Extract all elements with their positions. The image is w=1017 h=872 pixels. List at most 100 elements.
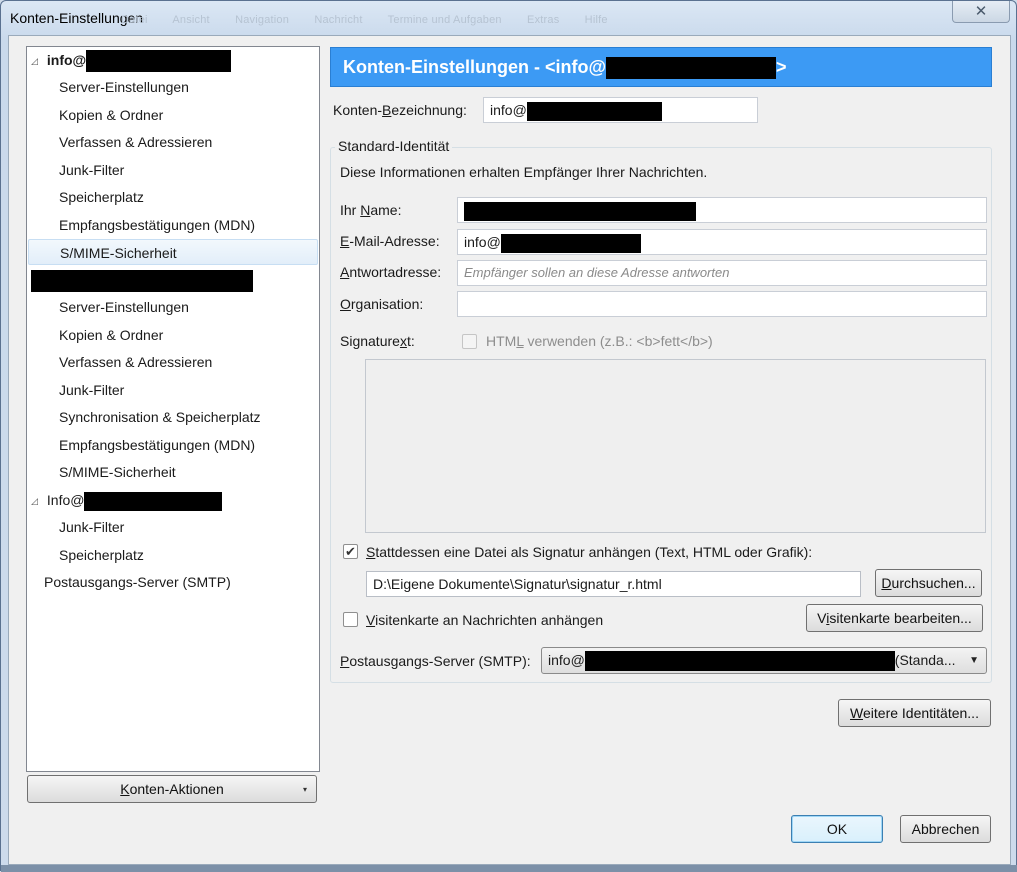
expanded-arrow-icon[interactable]: ◿ bbox=[31, 488, 43, 514]
tree-item-junk-filter[interactable]: Junk-Filter bbox=[59, 377, 124, 403]
browse-button[interactable]: Durchsuchen... bbox=[875, 569, 982, 597]
tree-item-label: Synchronisation & Speicherplatz bbox=[59, 409, 261, 425]
edit-vcard-label: Visitenkarte bearbeiten... bbox=[817, 610, 972, 626]
redacted-block bbox=[526, 101, 662, 121]
account-tree[interactable]: ◿ info@ Server-Einstellungen Kopien & Or… bbox=[26, 46, 320, 772]
cancel-button[interactable]: Abbrechen bbox=[900, 815, 991, 843]
label-rest: urchsuchen... bbox=[891, 575, 976, 591]
account-settings-window: Konten-Einstellungen Datei Ansicht Navig… bbox=[0, 0, 1017, 872]
tree-account-3[interactable]: ◿ Info@ bbox=[31, 487, 223, 514]
ghost-menu-item: Datei bbox=[121, 14, 148, 26]
label-part: Signature bbox=[340, 333, 400, 349]
expanded-arrow-icon[interactable]: ◿ bbox=[31, 48, 43, 74]
ghost-menu-item: Termine und Aufgaben bbox=[387, 14, 502, 26]
tree-item-junk-filter[interactable]: Junk-Filter bbox=[59, 157, 124, 183]
select-value-prefix: info@ bbox=[548, 652, 585, 668]
tree-item-label: Junk-Filter bbox=[59, 162, 125, 178]
redacted-block bbox=[500, 233, 641, 253]
tree-account-2[interactable] bbox=[31, 267, 253, 293]
redacted-block bbox=[464, 201, 696, 221]
accel-key: D bbox=[881, 575, 892, 591]
label-part: ostausgangs-Server (SMTP): bbox=[349, 653, 531, 669]
accel-key: O bbox=[340, 296, 351, 312]
accel-key: N bbox=[360, 202, 371, 218]
label-part: rganisation: bbox=[350, 296, 424, 312]
label-part: verwenden (z.B.: <b>fett</b>) bbox=[523, 333, 713, 349]
tree-item-disk-space[interactable]: Speicherplatz bbox=[59, 184, 144, 210]
accel-key: L bbox=[516, 333, 524, 349]
browse-label: Durchsuchen... bbox=[881, 575, 975, 591]
label-part: sitenkarte bearbeiten... bbox=[829, 610, 972, 626]
accel-key: B bbox=[382, 102, 392, 118]
label-part: tattdessen eine Datei als Signatur anhän… bbox=[375, 544, 813, 560]
dropdown-caret-icon: ▾ bbox=[302, 785, 307, 794]
tree-item-junk-filter[interactable]: Junk-Filter bbox=[59, 514, 124, 540]
tree-item-smime[interactable]: S/MIME-Sicherheit bbox=[59, 459, 176, 485]
dialog-client-area: ◿ info@ Server-Einstellungen Kopien & Or… bbox=[8, 35, 1011, 865]
tree-item-server-settings[interactable]: Server-Einstellungen bbox=[59, 294, 189, 320]
background-menu-bar: Datei Ansicht Navigation Nachricht Termi… bbox=[121, 14, 630, 26]
email-input[interactable]: info@ bbox=[457, 229, 987, 255]
tree-item-sync-storage[interactable]: Synchronisation & Speicherplatz bbox=[59, 404, 261, 430]
tree-item-copies-folders[interactable]: Kopien & Ordner bbox=[59, 322, 163, 348]
close-icon: ✕ bbox=[974, 3, 988, 20]
organization-input[interactable] bbox=[457, 291, 987, 317]
signature-textarea[interactable] bbox=[365, 359, 986, 533]
tree-item-composition[interactable]: Verfassen & Adressieren bbox=[59, 349, 212, 375]
use-html-checkbox[interactable] bbox=[462, 334, 477, 349]
header-prefix: Konten-Einstellungen - <info@ bbox=[343, 57, 607, 77]
label-rest: onten-Aktionen bbox=[129, 781, 224, 797]
tree-item-label: Junk-Filter bbox=[59, 382, 125, 398]
tree-item-server-settings[interactable]: Server-Einstellungen bbox=[59, 74, 189, 100]
accel-key: x bbox=[399, 333, 407, 349]
signature-file-checkbox[interactable]: ✔ bbox=[343, 544, 358, 559]
tree-item-smtp-server[interactable]: Postausgangs-Server (SMTP) bbox=[44, 569, 231, 595]
ghost-menu-item: Nachricht bbox=[314, 14, 363, 26]
default-identity-legend: Standard-Identität bbox=[335, 138, 453, 154]
label-part: Konten- bbox=[333, 102, 383, 118]
account-name-input[interactable]: info@ bbox=[483, 97, 758, 123]
tree-item-copies-folders[interactable]: Kopien & Ordner bbox=[59, 102, 163, 128]
email-label: E-Mail-Adresse: bbox=[340, 233, 440, 249]
tree-item-composition[interactable]: Verfassen & Adressieren bbox=[59, 129, 212, 155]
tree-item-return-receipts[interactable]: Empfangsbestätigungen (MDN) bbox=[59, 212, 255, 238]
tree-item-label: Server-Einstellungen bbox=[59, 79, 189, 95]
vcard-checkbox[interactable] bbox=[343, 612, 358, 627]
field-value: D:\Eigene Dokumente\Signatur\signatur_r.… bbox=[373, 576, 662, 592]
ghost-menu-item: Hilfe bbox=[584, 14, 608, 26]
field-value: info@ bbox=[464, 234, 501, 250]
label-rest: eitere Identitäten... bbox=[863, 705, 979, 721]
tree-item-label: Kopien & Ordner bbox=[59, 327, 164, 343]
signature-file-path-input[interactable]: D:\Eigene Dokumente\Signatur\signatur_r.… bbox=[366, 571, 861, 597]
tree-item-label: S/MIME-Sicherheit bbox=[60, 245, 177, 261]
account-actions-button[interactable]: Konten-Aktionen ▾ bbox=[27, 775, 317, 803]
tree-item-disk-space[interactable]: Speicherplatz bbox=[59, 542, 144, 568]
checkmark-icon: ✔ bbox=[345, 544, 356, 559]
reply-to-input[interactable]: Empfänger sollen an diese Adresse antwor… bbox=[457, 260, 987, 286]
vcard-label: Visitenkarte an Nachrichten anhängen bbox=[366, 612, 603, 628]
account-1-name: info@ bbox=[46, 52, 87, 68]
more-identities-button[interactable]: Weitere Identitäten... bbox=[838, 699, 991, 727]
ok-button[interactable]: OK bbox=[791, 815, 883, 843]
accel-key: K bbox=[120, 781, 130, 797]
header-suffix: > bbox=[776, 57, 787, 77]
label-part: ezeichnung: bbox=[391, 102, 467, 118]
label-part: -Mail-Adresse: bbox=[349, 233, 440, 249]
edit-vcard-button[interactable]: Visitenkarte bearbeiten... bbox=[806, 604, 983, 632]
field-value: info@ bbox=[490, 102, 527, 118]
tree-item-smime-selected[interactable]: S/MIME-Sicherheit bbox=[28, 239, 318, 265]
select-value-suffix: (Standa... bbox=[894, 652, 956, 668]
your-name-input[interactable] bbox=[457, 197, 987, 223]
redacted-block bbox=[84, 491, 223, 511]
smtp-server-select[interactable]: info@ (Standa... ▼ bbox=[541, 647, 987, 674]
account-name-label: Konten-Bezeichnung: bbox=[333, 102, 467, 118]
your-name-label: Ihr Name: bbox=[340, 202, 401, 218]
accel-key: S bbox=[366, 544, 376, 560]
accel-key: P bbox=[340, 653, 350, 669]
tree-account-1[interactable]: ◿ info@ bbox=[31, 47, 232, 74]
tree-item-return-receipts[interactable]: Empfangsbestätigungen (MDN) bbox=[59, 432, 255, 458]
window-close-button[interactable]: ✕ bbox=[952, 1, 1010, 23]
ghost-menu-item: Extras bbox=[527, 14, 560, 26]
accel-key: E bbox=[340, 233, 350, 249]
use-html-label: HTML verwenden (z.B.: <b>fett</b>) bbox=[486, 333, 713, 349]
